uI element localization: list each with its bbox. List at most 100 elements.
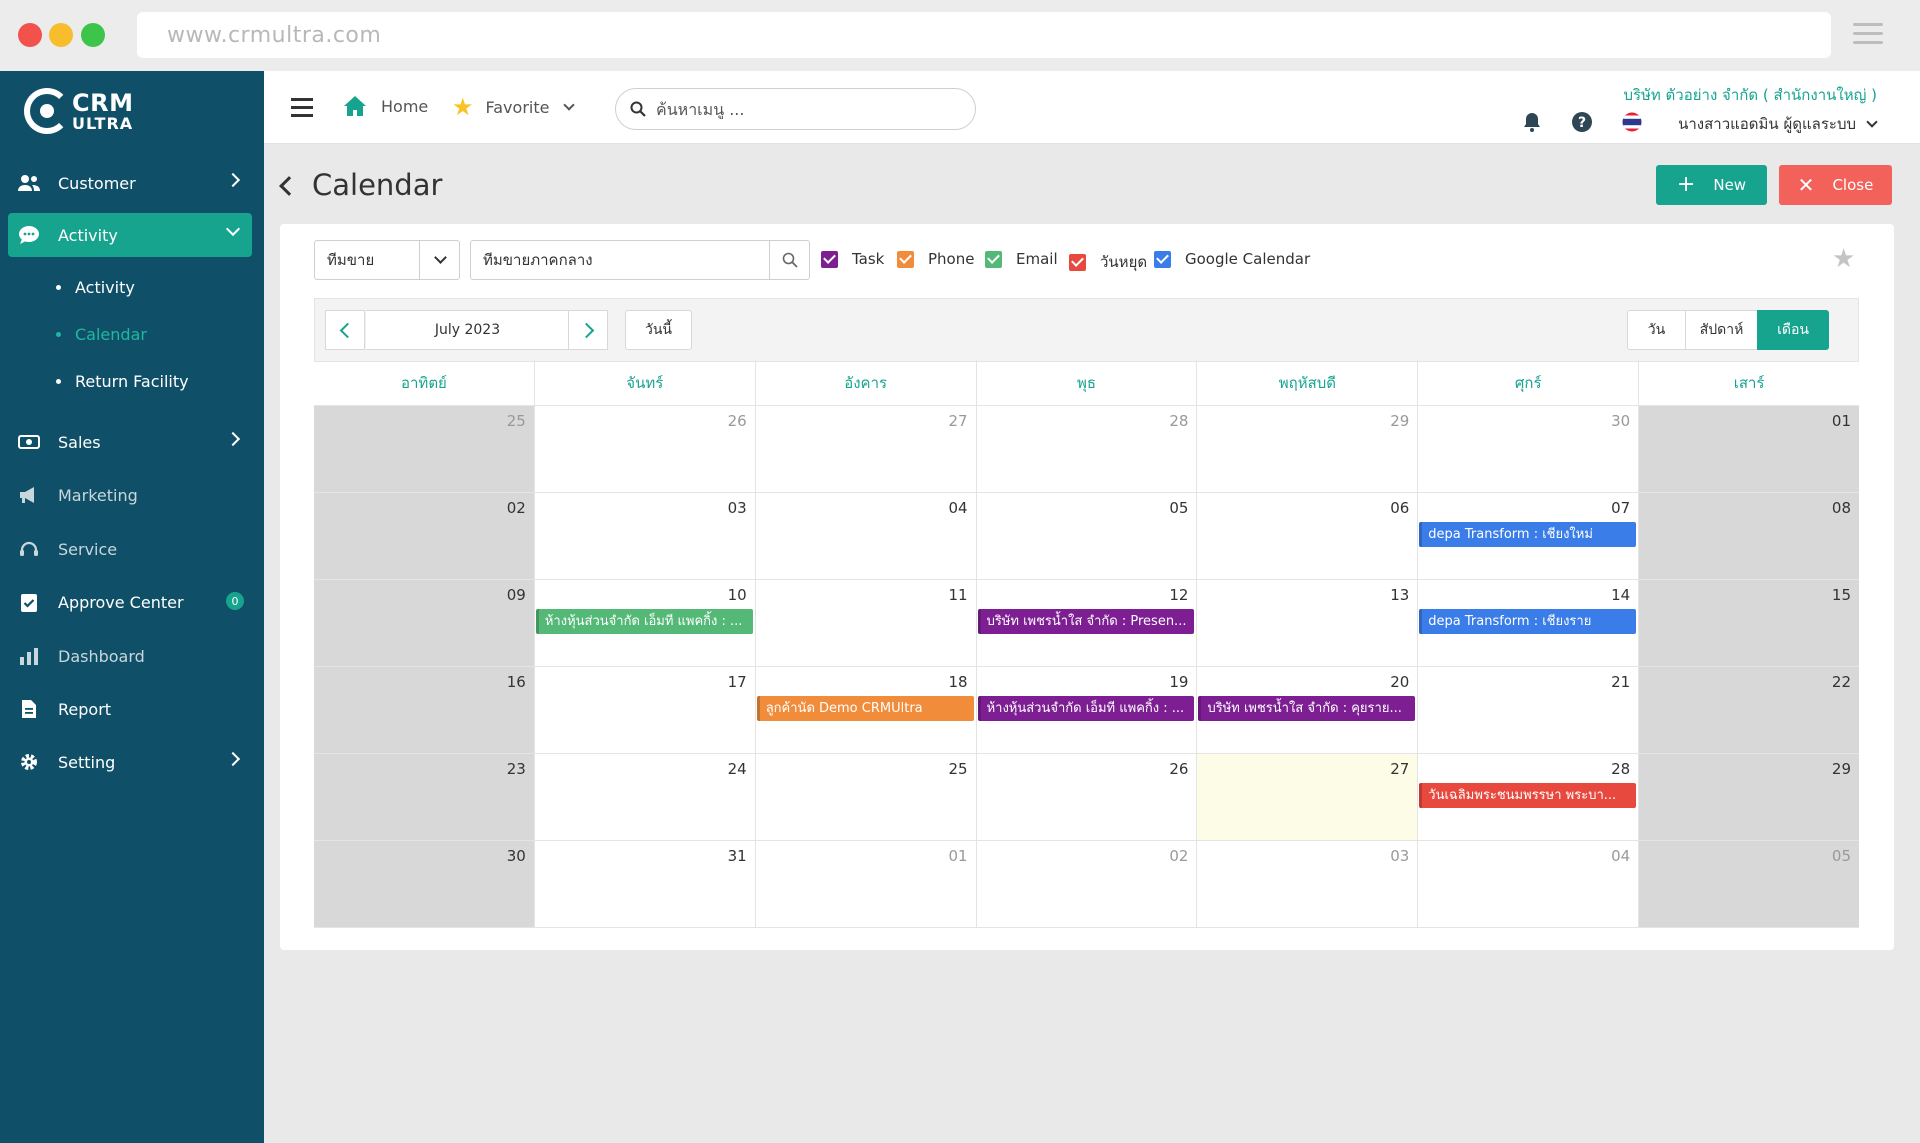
day-number[interactable]: 26 [728,412,747,430]
day-number[interactable]: 31 [728,847,747,865]
day-number[interactable]: 04 [948,499,967,517]
filter-phone[interactable]: Phone [897,250,974,268]
day-number[interactable]: 24 [728,760,747,778]
crm-ultra-logo[interactable]: CRM ULTRA [24,85,133,137]
sidebar-item-setting[interactable]: Setting [8,740,252,784]
day-number[interactable]: 16 [507,673,526,691]
day-number[interactable]: 18 [948,673,967,691]
day-cell[interactable]: 29 [1196,406,1418,492]
calendar-event[interactable]: บริษัท เพชรน้ำใส จำกัด : คุยราย... [1198,696,1416,721]
day-number[interactable]: 30 [1611,412,1630,430]
day-cell[interactable]: 01 [1638,406,1860,492]
calendar-event[interactable]: ห้างหุ้นส่วนจำกัด เอ็มที แพคกิ้ง : ... [977,696,1195,721]
holiday-checkbox[interactable] [1069,253,1086,271]
submenu-item-calendar[interactable]: Calendar [56,325,147,344]
month-view-button[interactable]: เดือน [1757,310,1829,350]
browser-menu-icon[interactable] [1853,23,1883,45]
day-cell[interactable]: 08 [1638,493,1860,579]
calendar-event[interactable]: depa Transform : เชียงใหม่ [1419,522,1637,547]
day-cell[interactable]: 22 [1638,667,1860,753]
day-cell[interactable]: 30 [1417,406,1639,492]
day-cell[interactable]: 19 ห้างหุ้นส่วนจำกัด เอ็มที แพคกิ้ง : ... [975,667,1197,753]
filter-holiday[interactable]: วันหยุด [1069,250,1147,274]
calendar-event[interactable]: ลูกค้านัด Demo CRMUltra [756,696,974,721]
day-number[interactable]: 20 [1390,673,1409,691]
address-bar[interactable]: www.crmultra.com [137,12,1831,58]
new-button[interactable]: + New [1656,165,1767,205]
day-cell[interactable]: 20 บริษัท เพชรน้ำใส จำกัด : คุยราย... [1196,667,1418,753]
day-cell[interactable]: 17 [533,667,755,753]
window-maximize-dot[interactable] [81,23,105,47]
team-search-button[interactable] [769,241,809,279]
day-number[interactable]: 06 [1390,499,1409,517]
sidebar-item-approve-center[interactable]: Approve Center 0 [8,580,252,624]
day-number[interactable]: 25 [948,760,967,778]
day-number[interactable]: 03 [1390,847,1409,865]
day-number[interactable]: 11 [948,586,967,604]
day-number[interactable]: 26 [1169,760,1188,778]
day-cell[interactable]: 26 [533,406,755,492]
menu-toggle-icon[interactable] [291,98,313,122]
menu-search-input[interactable] [656,99,936,119]
day-cell[interactable]: 21 [1417,667,1639,753]
day-cell[interactable]: 28 วันเฉลิมพระชนมพรรษา พระบา... [1417,754,1639,840]
next-month-button[interactable] [568,310,608,350]
day-number[interactable]: 29 [1390,412,1409,430]
sidebar-item-sales[interactable]: Sales [8,420,252,464]
day-number[interactable]: 02 [1169,847,1188,865]
filter-task[interactable]: Task [821,250,884,268]
back-chevron-icon[interactable] [279,176,299,196]
day-cell[interactable]: 06 [1196,493,1418,579]
favorite-dropdown[interactable]: ★ Favorite [452,95,576,119]
sidebar-item-activity[interactable]: Activity [8,213,252,257]
day-cell[interactable]: 10 ห้างหุ้นส่วนจำกัด เอ็มที แพคกิ้ง : ... [533,580,755,666]
day-cell[interactable]: 03 [533,493,755,579]
calendar-event[interactable]: วันเฉลิมพระชนมพรรษา พระบา... [1419,783,1637,808]
day-number[interactable]: 07 [1611,499,1630,517]
filter-email[interactable]: Email [985,250,1058,268]
day-number[interactable]: 04 [1611,847,1630,865]
day-number[interactable]: 15 [1832,586,1851,604]
task-checkbox[interactable] [821,250,838,268]
day-cell[interactable]: 31 [533,841,755,927]
day-cell[interactable]: 05 [1638,841,1860,927]
day-cell[interactable]: 13 [1196,580,1418,666]
day-cell[interactable]: 26 [975,754,1197,840]
day-number[interactable]: 02 [507,499,526,517]
day-cell[interactable]: 25 [314,406,534,492]
day-number[interactable]: 25 [507,412,526,430]
day-cell[interactable]: 11 [754,580,976,666]
day-number[interactable]: 12 [1169,586,1188,604]
day-number[interactable]: 21 [1611,673,1630,691]
window-close-dot[interactable] [18,23,42,47]
sidebar-item-marketing[interactable]: Marketing [8,473,252,517]
day-cell[interactable]: 30 [314,841,534,927]
day-cell[interactable]: 07 depa Transform : เชียงใหม่ [1417,493,1639,579]
day-cell[interactable]: 02 [975,841,1197,927]
phone-checkbox[interactable] [897,250,914,268]
today-button[interactable]: วันนี้ [625,310,692,350]
day-number[interactable]: 22 [1832,673,1851,691]
home-link[interactable]: Home [343,95,428,117]
day-number[interactable]: 29 [1832,760,1851,778]
day-cell[interactable]: 24 [533,754,755,840]
day-cell[interactable]: 27 [1196,754,1418,840]
day-number[interactable]: 28 [1611,760,1630,778]
day-number[interactable]: 23 [507,760,526,778]
menu-search-box[interactable] [615,88,976,130]
day-number[interactable]: 03 [728,499,747,517]
day-cell[interactable]: 14 depa Transform : เชียงราย [1417,580,1639,666]
calendar-event[interactable]: depa Transform : เชียงราย [1419,609,1637,634]
day-number[interactable]: 17 [728,673,747,691]
day-cell[interactable]: 15 [1638,580,1860,666]
day-cell[interactable]: 18 ลูกค้านัด Demo CRMUltra [754,667,976,753]
day-cell[interactable]: 04 [1417,841,1639,927]
sidebar-item-customer[interactable]: Customer [8,161,252,205]
prev-month-button[interactable] [325,310,365,350]
day-cell[interactable]: 28 [975,406,1197,492]
day-cell[interactable]: 25 [754,754,976,840]
day-number[interactable]: 01 [1832,412,1851,430]
day-number[interactable]: 30 [507,847,526,865]
day-cell[interactable]: 03 [1196,841,1418,927]
day-cell[interactable]: 05 [975,493,1197,579]
